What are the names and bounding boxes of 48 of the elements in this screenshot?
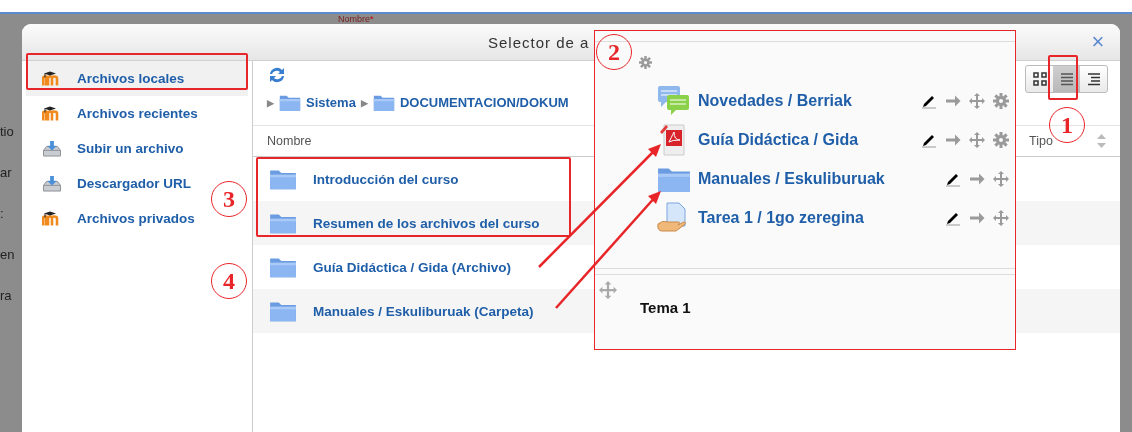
file-name[interactable]: Manuales / Eskuliburuak (Carpeta): [313, 303, 534, 319]
folder-icon: [269, 167, 297, 191]
refresh-icon[interactable]: [267, 65, 287, 85]
breadcrumb-link[interactable]: DOCUMENTACION/DOKUM: [399, 95, 569, 110]
activity-link[interactable]: Manuales / Eskuliburuak: [698, 169, 924, 188]
move-icon[interactable]: [969, 131, 985, 148]
activity-link[interactable]: Novedades / Berriak: [698, 91, 921, 110]
text-fragment: tio: [0, 124, 15, 139]
list-icon: [1059, 72, 1074, 86]
gear-icon[interactable]: [993, 131, 1009, 148]
move-icon[interactable]: [993, 170, 1009, 187]
file-name[interactable]: Resumen de los archivos del curso: [313, 215, 540, 231]
dialog-title: Selector de a: [488, 33, 591, 51]
move-icon[interactable]: [969, 92, 985, 109]
text-fragment: :: [0, 206, 5, 221]
move-icon[interactable]: [993, 209, 1009, 226]
view-list-button[interactable]: [1053, 66, 1080, 92]
text-fragment: ra: [0, 288, 13, 303]
chat-icon: [657, 84, 691, 117]
folder-icon: [269, 299, 297, 323]
grid-icon: [1032, 72, 1047, 86]
folder-icon: [279, 93, 301, 112]
gear-icon[interactable]: [993, 92, 1009, 109]
section-title: Tema 1: [640, 299, 692, 316]
text-fragment: en: [0, 247, 16, 262]
sort-icon[interactable]: [1097, 134, 1106, 148]
sidebar-item[interactable]: Subir un archivo: [26, 131, 248, 166]
folder-icon: [269, 255, 297, 279]
sidebar-item[interactable]: Archivos locales: [26, 61, 248, 96]
highlight-frame: [1048, 55, 1078, 100]
folder-icon: [372, 93, 395, 112]
upload-icon: [42, 140, 62, 157]
caret-icon: ▶: [360, 97, 368, 108]
file-name[interactable]: Introducción del curso: [313, 171, 459, 187]
folder-icon: [269, 211, 297, 235]
tree-list-icon: [1086, 72, 1101, 86]
activity-link[interactable]: Tarea 1 / 1go zeregina: [698, 208, 924, 227]
upload-icon: [42, 175, 62, 192]
breadcrumb-link[interactable]: Sistema: [306, 95, 356, 110]
move-icon[interactable]: [599, 281, 617, 299]
field-label: Nombre*: [338, 14, 374, 24]
caret-icon: ▶: [267, 97, 274, 108]
text-fragment: ar: [0, 165, 13, 180]
activity-link[interactable]: Guía Didáctica / Gida: [698, 130, 921, 149]
column-header[interactable]: Nombre: [267, 134, 312, 148]
sidebar-item[interactable]: Archivos recientes: [26, 96, 248, 131]
gear-icon[interactable]: [639, 55, 652, 69]
file-name[interactable]: Guía Didáctica / Gida (Archivo): [313, 259, 512, 275]
